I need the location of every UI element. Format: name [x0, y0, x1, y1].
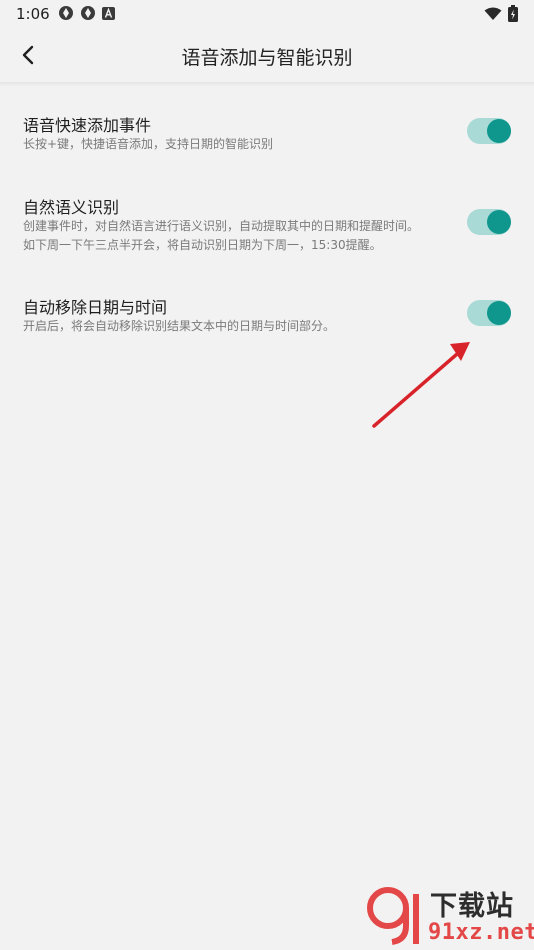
watermark-logo-icon	[367, 887, 419, 945]
notification-icons	[58, 5, 115, 21]
voice-quick-add-toggle[interactable]	[467, 118, 511, 144]
setting-title: 自然语义识别	[23, 198, 120, 217]
setting-description: 开启后，将会自动移除识别结果文本中的日期与时间部分。	[23, 319, 336, 333]
watermark-url: 91xz.net	[428, 920, 534, 945]
wifi-icon	[484, 7, 502, 20]
app-notification-icon	[59, 6, 73, 20]
app-notification-icon	[81, 6, 95, 20]
status-bar: 1:06	[0, 0, 534, 28]
natural-language-toggle[interactable]	[467, 209, 511, 235]
app-bar: 语音添加与智能识别	[0, 28, 534, 82]
setting-description: 如下周一下午三点半开会，将自动识别日期为下周一，15:30提醒。	[23, 238, 382, 252]
auto-remove-datetime-toggle[interactable]	[467, 300, 511, 326]
page-title: 语音添加与智能识别	[181, 47, 353, 69]
setting-natural-language[interactable]: 自然语义识别 创建事件时，对自然语言进行语义识别，自动提取其中的日期和提醒时间。…	[0, 172, 534, 272]
setting-title: 自动移除日期与时间	[23, 298, 168, 317]
setting-description: 长按+键，快捷语音添加，支持日期的智能识别	[23, 137, 274, 151]
watermark: 下载站 91xz.net	[362, 880, 534, 950]
watermark-title: 下载站	[430, 891, 514, 922]
toggle-knob	[487, 210, 511, 234]
battery-charging-icon	[508, 5, 518, 22]
toggle-knob	[487, 301, 511, 325]
system-icons	[484, 5, 518, 22]
setting-description: 创建事件时，对自然语言进行语义识别，自动提取其中的日期和提醒时间。	[23, 219, 420, 233]
setting-voice-quick-add[interactable]: 语音快速添加事件 长按+键，快捷语音添加，支持日期的智能识别	[0, 82, 534, 172]
status-time: 1:06	[16, 5, 50, 23]
toggle-knob	[487, 119, 511, 143]
settings-list: 语音快速添加事件 长按+键，快捷语音添加，支持日期的智能识别 自然语义识别 创建…	[0, 82, 534, 950]
annotation-arrow-icon	[372, 342, 470, 428]
setting-title: 语音快速添加事件	[23, 116, 152, 135]
font-notification-icon	[102, 6, 115, 20]
